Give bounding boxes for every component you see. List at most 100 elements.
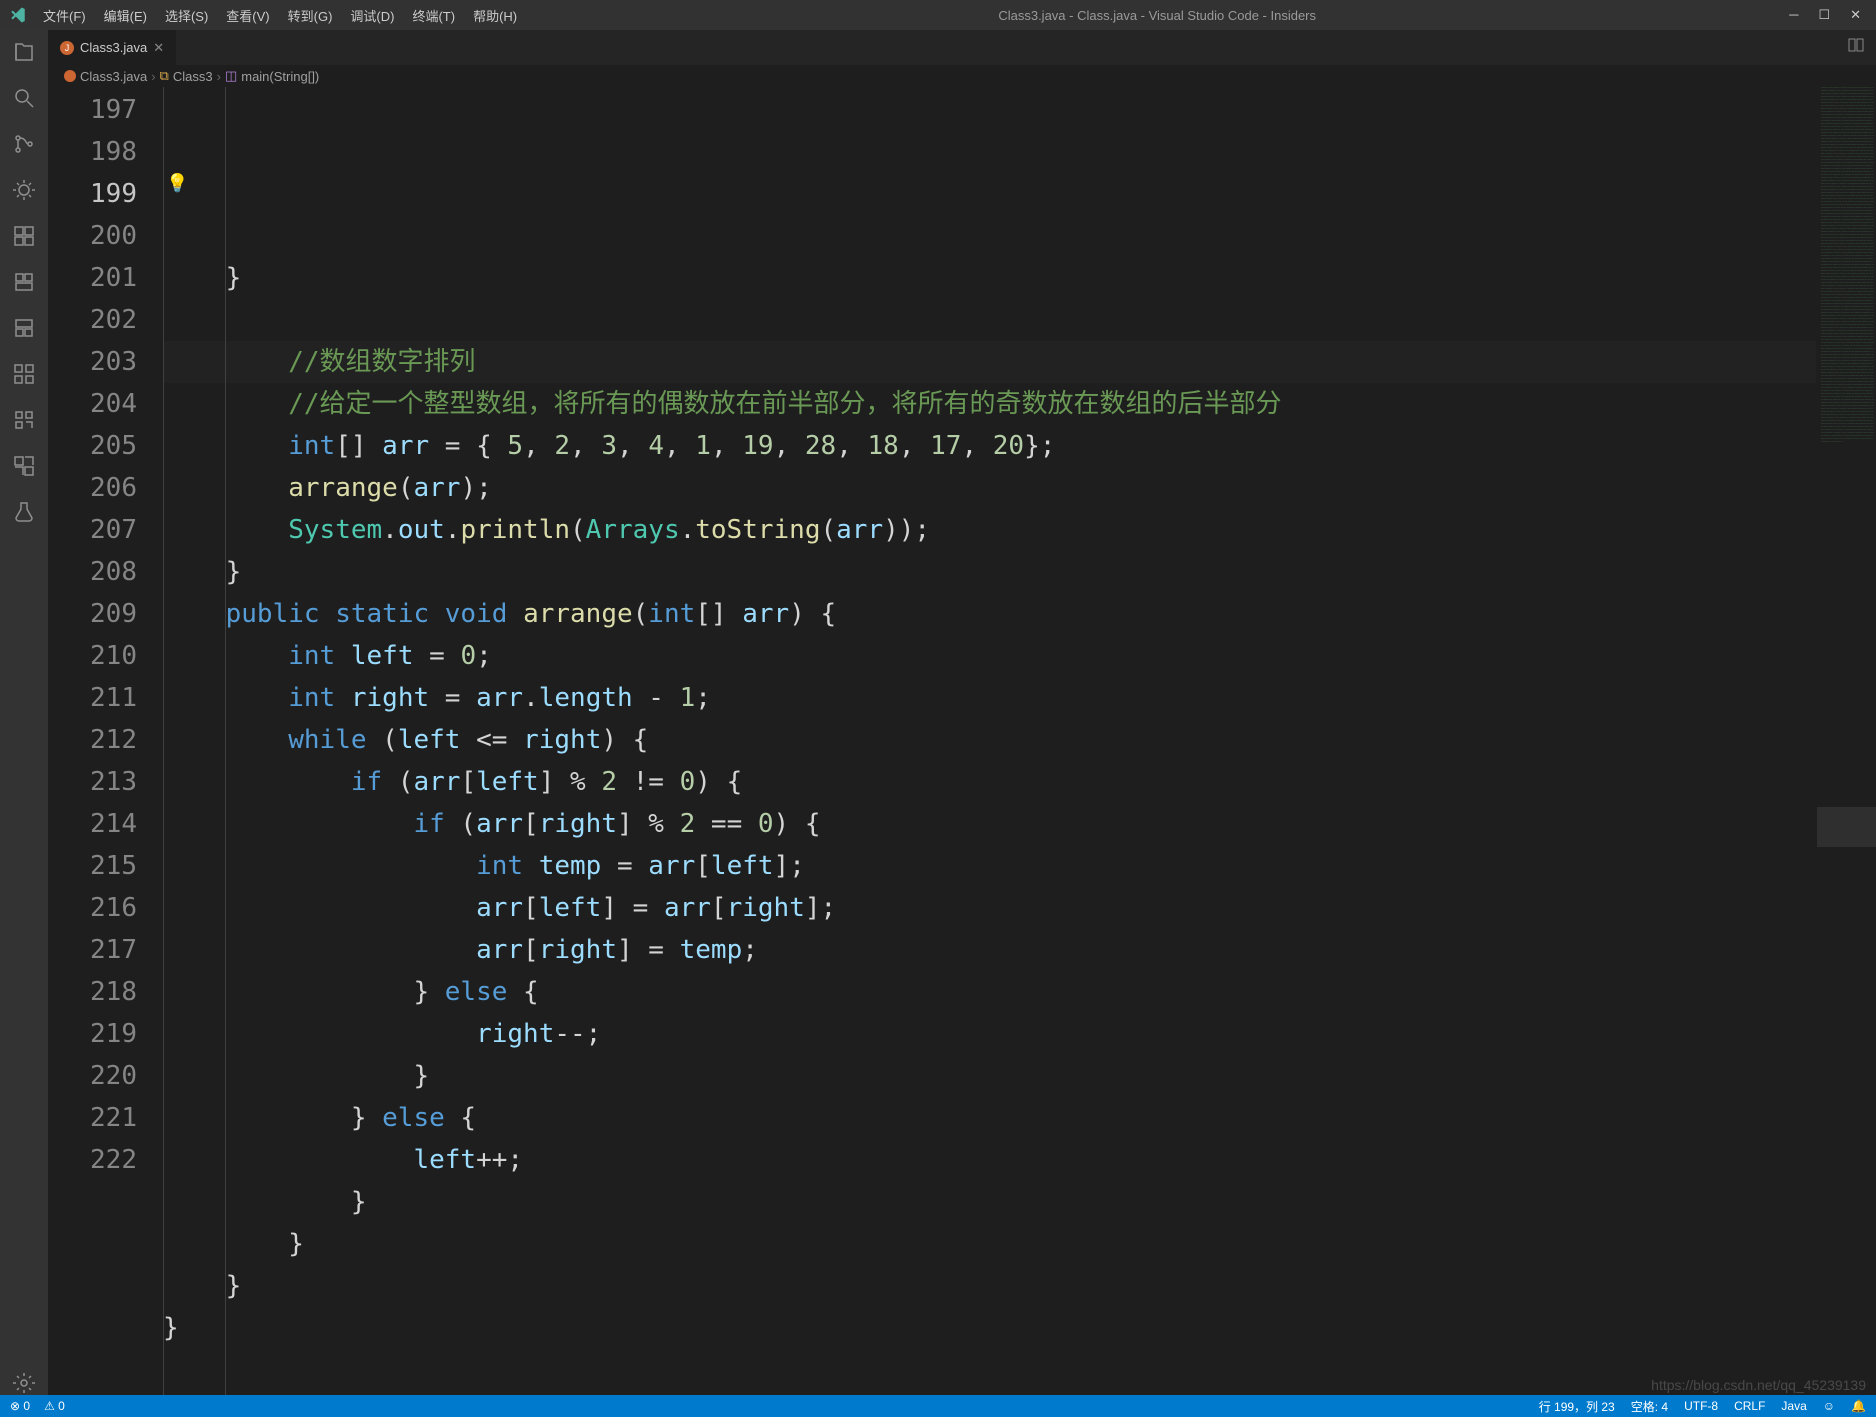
line-number: 205 xyxy=(48,425,137,467)
editor-body[interactable]: 1971981992002012022032042052062072082092… xyxy=(48,87,1876,1395)
code-line[interactable]: while (left <= right) { xyxy=(163,719,1816,761)
chevron-right-icon: › xyxy=(217,69,221,84)
menu-item[interactable]: 选择(S) xyxy=(157,2,216,29)
code-line[interactable]: arr[right] = temp; xyxy=(163,929,1816,971)
status-language[interactable]: Java xyxy=(1781,1399,1806,1413)
minimize-icon[interactable]: ─ xyxy=(1789,7,1798,23)
line-number: 197 xyxy=(48,89,137,131)
java-file-icon xyxy=(64,70,76,82)
code-line[interactable] xyxy=(163,299,1816,341)
menu-item[interactable]: 终端(T) xyxy=(404,2,463,29)
breadcrumb-method[interactable]: main(String[]) xyxy=(241,69,319,84)
explorer-icon[interactable] xyxy=(12,40,36,64)
line-number: 207 xyxy=(48,509,137,551)
code-line[interactable]: } xyxy=(163,1223,1816,1265)
code-line[interactable]: } else { xyxy=(163,1097,1816,1139)
settings-icon[interactable] xyxy=(12,1371,36,1395)
ext5-icon[interactable] xyxy=(12,454,36,478)
titlebar: 文件(F)编辑(E)选择(S)查看(V)转到(G)调试(D)终端(T)帮助(H)… xyxy=(0,0,1876,30)
status-position[interactable]: 行 199，列 23 xyxy=(1539,1398,1615,1415)
breadcrumbs[interactable]: Class3.java › ⧉ Class3 › ◫ main(String[]… xyxy=(48,65,1876,87)
notifications-icon[interactable]: 🔔 xyxy=(1851,1399,1866,1413)
line-number: 201 xyxy=(48,257,137,299)
code-line[interactable]: arr[left] = arr[right]; xyxy=(163,887,1816,929)
status-spaces[interactable]: 空格: 4 xyxy=(1631,1398,1668,1415)
line-number: 222 xyxy=(48,1139,137,1181)
line-number: 198 xyxy=(48,131,137,173)
breadcrumb-class[interactable]: Class3 xyxy=(173,69,213,84)
line-number: 200 xyxy=(48,215,137,257)
code-content[interactable]: } //数组数字排列 //给定一个整型数组，将所有的偶数放在前半部分，将所有的奇… xyxy=(163,87,1816,1395)
class-icon: ⧉ xyxy=(160,68,169,84)
java-file-icon: J xyxy=(60,41,74,55)
code-line[interactable]: System.out.println(Arrays.toString(arr))… xyxy=(163,509,1816,551)
line-number: 215 xyxy=(48,845,137,887)
code-line[interactable]: //给定一个整型数组，将所有的偶数放在前半部分，将所有的奇数放在数组的后半部分 xyxy=(163,383,1816,425)
maximize-icon[interactable]: ☐ xyxy=(1818,7,1830,23)
code-line[interactable]: arrange(arr); xyxy=(163,467,1816,509)
line-number: 210 xyxy=(48,635,137,677)
tab-close-icon[interactable]: ✕ xyxy=(153,40,164,56)
code-line[interactable]: left++; xyxy=(163,1139,1816,1181)
line-number: 212 xyxy=(48,719,137,761)
line-number: 221 xyxy=(48,1097,137,1139)
code-line[interactable]: public static void arrange(int[] arr) { xyxy=(163,593,1816,635)
split-editor-icon[interactable] xyxy=(1848,37,1864,58)
code-line[interactable]: int[] arr = { 5, 2, 3, 4, 1, 19, 28, 18,… xyxy=(163,425,1816,467)
menu-item[interactable]: 编辑(E) xyxy=(96,2,155,29)
line-number: 214 xyxy=(48,803,137,845)
code-line[interactable]: } xyxy=(163,1181,1816,1223)
line-number: 206 xyxy=(48,467,137,509)
status-encoding[interactable]: UTF-8 xyxy=(1684,1399,1718,1413)
minimap-viewport[interactable] xyxy=(1817,807,1876,847)
menu-item[interactable]: 查看(V) xyxy=(218,2,277,29)
close-icon[interactable]: ✕ xyxy=(1850,7,1861,23)
code-line[interactable]: int right = arr.length - 1; xyxy=(163,677,1816,719)
code-line[interactable]: } xyxy=(163,1307,1816,1349)
menu-item[interactable]: 帮助(H) xyxy=(465,2,525,29)
status-eol[interactable]: CRLF xyxy=(1734,1399,1765,1413)
line-number: 216 xyxy=(48,887,137,929)
ext1-icon[interactable] xyxy=(12,270,36,294)
menu-item[interactable]: 文件(F) xyxy=(35,2,94,29)
minimap-content: xxxxx xx xxx xxxxxx xx xxxxx xx xxx xxxx… xyxy=(1821,87,1874,444)
code-line[interactable]: if (arr[left] % 2 != 0) { xyxy=(163,761,1816,803)
status-bar: ⊗ 0 ⚠ 0 行 199，列 23 空格: 4 UTF-8 CRLF Java… xyxy=(0,1395,1876,1417)
window-controls: ─ ☐ ✕ xyxy=(1789,7,1876,23)
search-icon[interactable] xyxy=(12,86,36,110)
code-line[interactable]: } xyxy=(163,551,1816,593)
status-warnings[interactable]: ⚠ 0 xyxy=(44,1399,65,1413)
source-control-icon[interactable] xyxy=(12,132,36,156)
code-line[interactable]: } else { xyxy=(163,971,1816,1013)
ext3-icon[interactable] xyxy=(12,362,36,386)
menu-item[interactable]: 调试(D) xyxy=(342,2,402,29)
code-line[interactable]: right--; xyxy=(163,1013,1816,1055)
extensions-icon[interactable] xyxy=(12,224,36,248)
menu-item[interactable]: 转到(G) xyxy=(280,2,341,29)
line-number: 220 xyxy=(48,1055,137,1097)
code-line[interactable]: if (arr[right] % 2 == 0) { xyxy=(163,803,1816,845)
line-number: 204 xyxy=(48,383,137,425)
code-line[interactable]: } xyxy=(163,1055,1816,1097)
test-icon[interactable] xyxy=(12,500,36,524)
line-number-gutter: 1971981992002012022032042052062072082092… xyxy=(48,87,163,1395)
minimap[interactable]: xxxxx xx xxx xxxxxx xx xxxxx xx xxx xxxx… xyxy=(1816,87,1876,1395)
tab-class3[interactable]: J Class3.java ✕ xyxy=(48,30,177,65)
code-line[interactable]: int temp = arr[left]; xyxy=(163,845,1816,887)
code-line[interactable]: int left = 0; xyxy=(163,635,1816,677)
line-number: 208 xyxy=(48,551,137,593)
code-line[interactable]: } xyxy=(163,1265,1816,1307)
line-number: 209 xyxy=(48,593,137,635)
status-errors[interactable]: ⊗ 0 xyxy=(10,1399,30,1413)
chevron-right-icon: › xyxy=(151,69,155,84)
editor-actions xyxy=(1848,30,1876,65)
editor-area: J Class3.java ✕ Class3.java › ⧉ Class3 ›… xyxy=(48,30,1876,1395)
ext2-icon[interactable] xyxy=(12,316,36,340)
feedback-icon[interactable]: ☺ xyxy=(1823,1399,1835,1413)
code-line[interactable]: } xyxy=(163,257,1816,299)
breadcrumb-file[interactable]: Class3.java xyxy=(80,69,147,84)
debug-icon[interactable] xyxy=(12,178,36,202)
line-number: 217 xyxy=(48,929,137,971)
ext4-icon[interactable] xyxy=(12,408,36,432)
code-line[interactable]: //数组数字排列 xyxy=(163,341,1816,383)
